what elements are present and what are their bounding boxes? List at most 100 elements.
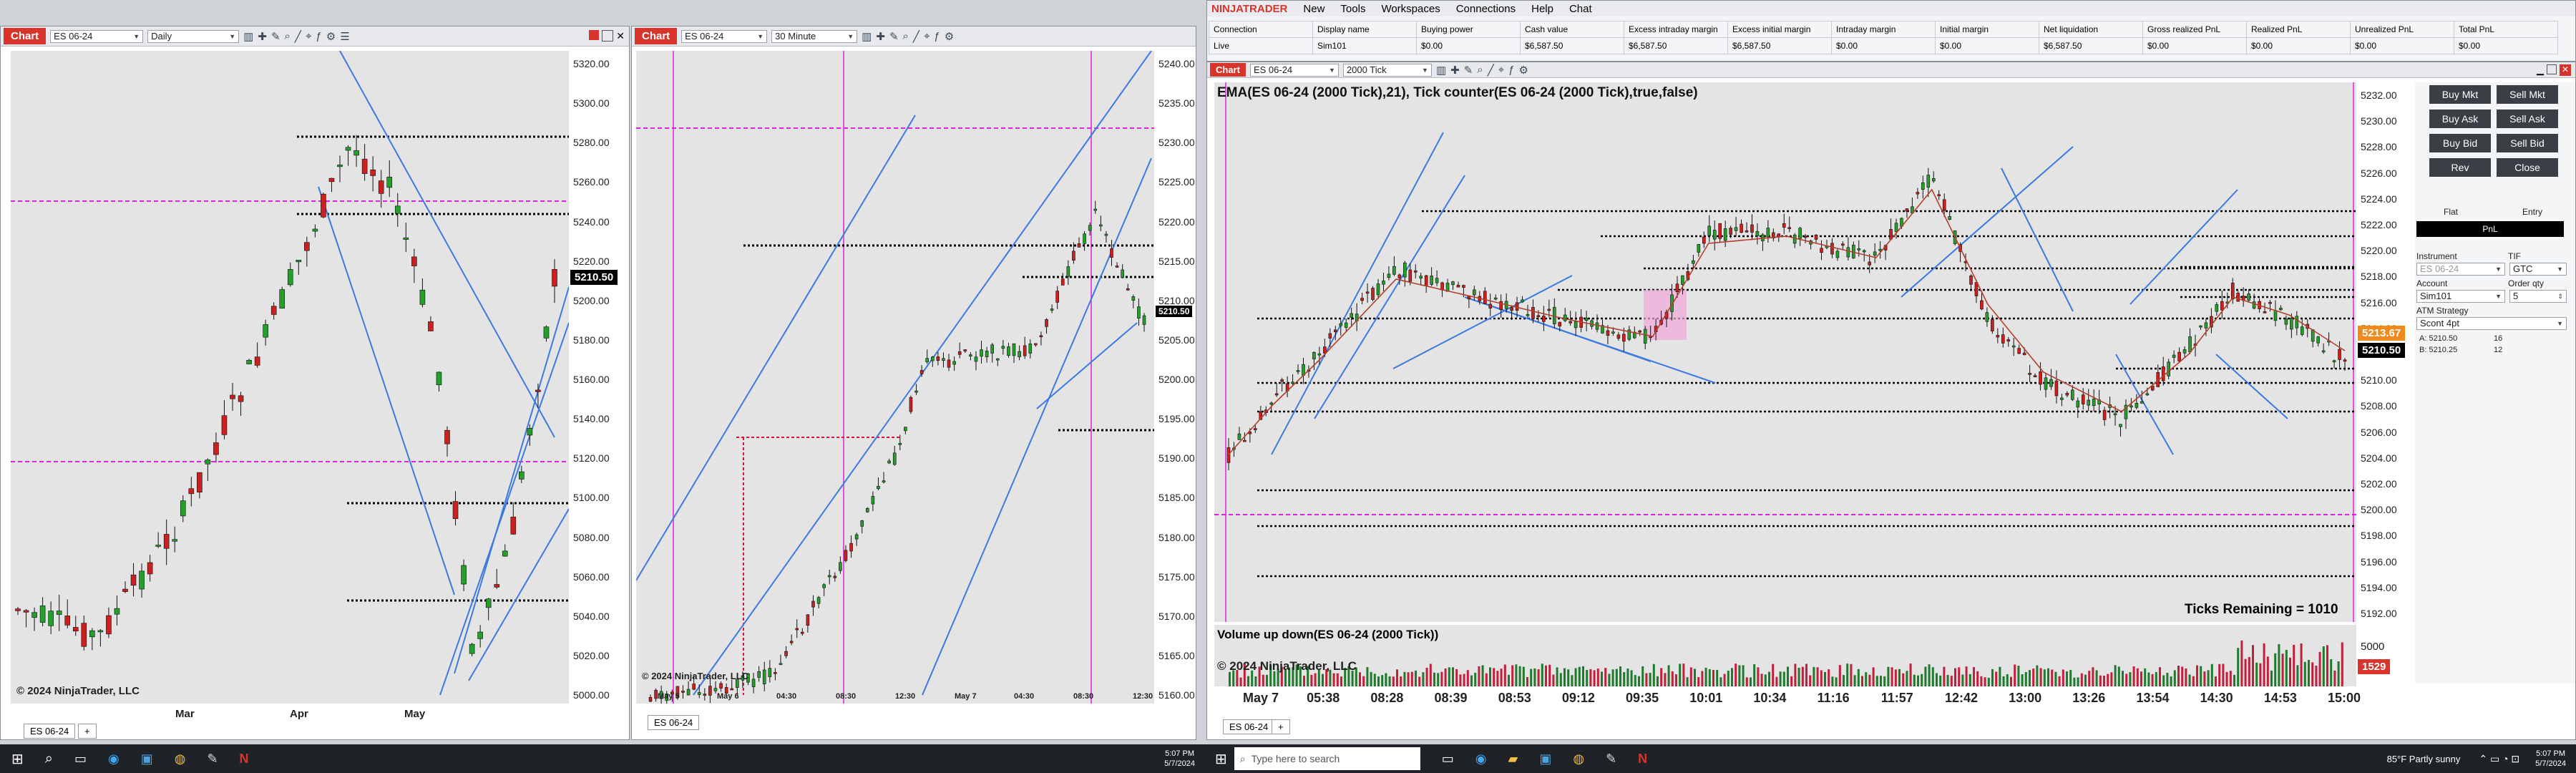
pen-icon[interactable]: ✎ [1606,752,1616,767]
column-header[interactable]: Unrealized PnL [2350,21,2454,38]
table-row[interactable]: Live Sim101 $0.00 $6,587.50 $6,587.50 $6,587.… [1209,37,2558,54]
cursor-icon[interactable]: ⌖ [924,30,930,43]
column-header[interactable]: Total PnL [2454,21,2558,38]
windows-start-icon[interactable]: ⊞ [11,750,24,768]
indicators-icon[interactable]: ƒ [1508,64,1514,77]
red-square-icon[interactable] [589,30,600,40]
rev-button[interactable]: Rev [2429,158,2491,177]
menu-chat[interactable]: Chat [1569,3,1592,15]
clock[interactable]: 5:07 PM 5/7/2024 [1164,749,1195,769]
tif-select[interactable]: GTC ▼ [2509,263,2567,276]
column-header[interactable]: Net liquidation [2039,21,2143,38]
atm-select[interactable]: Scont 4pt ▼ [2416,317,2567,330]
clock[interactable]: 5:07 PM 5/7/2024 [2535,749,2566,769]
column-header[interactable]: Excess initial margin [1727,21,1832,38]
indicators-icon[interactable]: ƒ [934,30,940,43]
strategy-icon[interactable]: ⚙ [945,30,954,43]
search-icon[interactable]: ⌕ [45,751,53,767]
menu-workspaces[interactable]: Workspaces [1381,3,1440,15]
close-icon[interactable]: ✕ [616,30,625,42]
account-select[interactable]: Sim101 ▼ [2416,290,2505,303]
pencil-icon[interactable]: ✎ [271,30,280,43]
stepper-icon[interactable]: ⇕ [2557,290,2563,303]
price-plot[interactable] [635,50,1154,707]
menu-connections[interactable]: Connections [1456,3,1516,15]
sell-bid-button[interactable]: Sell Bid [2497,134,2558,152]
chart-tab[interactable]: Chart [1210,63,1246,77]
chart-tab[interactable]: Chart [4,28,47,44]
indicators-icon[interactable]: ƒ [316,30,321,43]
line-icon[interactable]: ╱ [1488,64,1494,77]
column-header[interactable]: Initial margin [1935,21,2039,38]
strategy-icon[interactable]: ⚙ [326,30,336,43]
instrument-selector[interactable]: ES 06-24 ▼ [50,29,144,43]
zoom-icon[interactable]: ⌕ [903,30,909,43]
instrument-tab[interactable]: ES 06-24 [648,715,700,730]
column-header[interactable]: Intraday margin [1831,21,1936,38]
close-button[interactable]: Close [2497,158,2558,177]
price-plot[interactable] [11,50,570,704]
explorer-icon[interactable]: ▰ [1508,752,1518,767]
crosshair-icon[interactable]: ✚ [258,30,267,43]
minimize-icon[interactable]: ▁ [2537,64,2544,76]
chrome-icon[interactable]: ◍ [175,752,186,767]
ninjatrader-icon[interactable]: N [240,752,249,767]
bars-icon[interactable]: ▥ [243,30,253,43]
taskview-icon[interactable]: ▭ [1442,752,1454,767]
period-selector[interactable]: 2000 Tick ▼ [1342,63,1432,77]
chrome-icon[interactable]: ◍ [1573,752,1584,767]
buy-ask-button[interactable]: Buy Ask [2429,110,2491,128]
zoom-icon[interactable]: ⌕ [285,30,291,43]
buy-bid-button[interactable]: Buy Bid [2429,134,2491,152]
line-icon[interactable]: ╱ [913,30,919,43]
pen-icon[interactable]: ✎ [207,752,218,767]
column-header[interactable]: Excess intraday margin [1624,21,1728,38]
weather[interactable]: 85°F Partly sunny [2387,754,2461,764]
period-selector[interactable]: Daily ▼ [147,29,240,43]
column-header[interactable]: Connection [1209,21,1313,38]
bars-icon[interactable]: ▥ [1436,64,1446,77]
edge-icon[interactable]: ◉ [108,752,119,767]
ninjatrader-icon[interactable]: N [1638,752,1647,767]
menu-tools[interactable]: Tools [1340,3,1365,15]
instrument-selector[interactable]: ES 06-24 ▼ [681,29,768,43]
instrument-tab[interactable]: ES 06-24 [24,724,76,739]
column-header[interactable]: Gross realized PnL [2142,21,2247,38]
close-icon[interactable]: ✕ [2559,64,2571,76]
buy-mkt-button[interactable]: Buy Mkt [2429,85,2491,104]
quantity-stepper[interactable]: 5 ⇕ [2509,290,2567,303]
cursor-icon[interactable]: ⌖ [1498,64,1504,77]
pencil-icon[interactable]: ✎ [889,30,899,43]
search-input[interactable]: ⌕ Type here to search [1234,747,1420,770]
chart-tab[interactable]: Chart [635,28,678,44]
column-header[interactable]: Cash value [1520,21,1624,38]
restore-icon[interactable] [602,30,614,42]
pencil-icon[interactable]: ✎ [1464,64,1473,77]
restore-icon[interactable] [2546,64,2557,74]
instrument-field[interactable]: ES 06-24 ▼ [2416,263,2505,276]
add-tab-button[interactable]: + [78,724,97,739]
sell-ask-button[interactable]: Sell Ask [2497,110,2558,128]
edge-icon[interactable]: ◉ [1475,752,1487,767]
column-header[interactable]: Realized PnL [2246,21,2351,38]
store-icon[interactable]: ▣ [141,752,153,767]
bars-icon[interactable]: ▥ [862,30,872,43]
menu-new[interactable]: New [1303,3,1324,15]
crosshair-icon[interactable]: ✚ [876,30,885,43]
instrument-selector[interactable]: ES 06-24 ▼ [1249,63,1339,77]
price-plot[interactable] [1214,82,2356,622]
period-selector[interactable]: 30 Minute ▼ [771,29,858,43]
taskview-icon[interactable]: ▭ [74,752,87,767]
windows-start-icon[interactable]: ⊞ [1215,750,1227,768]
menu-help[interactable]: Help [1531,3,1553,15]
sell-mkt-button[interactable]: Sell Mkt [2497,85,2558,104]
store-icon[interactable]: ▣ [1539,752,1551,767]
cursor-icon[interactable]: ⌖ [306,30,311,43]
column-header[interactable]: Display name [1312,21,1417,38]
strategy-icon[interactable]: ⚙ [1519,64,1528,77]
tray-icons[interactable]: ⌃ ▭ ◔ ⊡ [2479,753,2519,765]
crosshair-icon[interactable]: ✚ [1450,64,1460,77]
zoom-icon[interactable]: ⌕ [1477,64,1483,77]
column-header[interactable]: Buying power [1416,21,1521,38]
add-tab-button[interactable]: + [1272,719,1290,734]
